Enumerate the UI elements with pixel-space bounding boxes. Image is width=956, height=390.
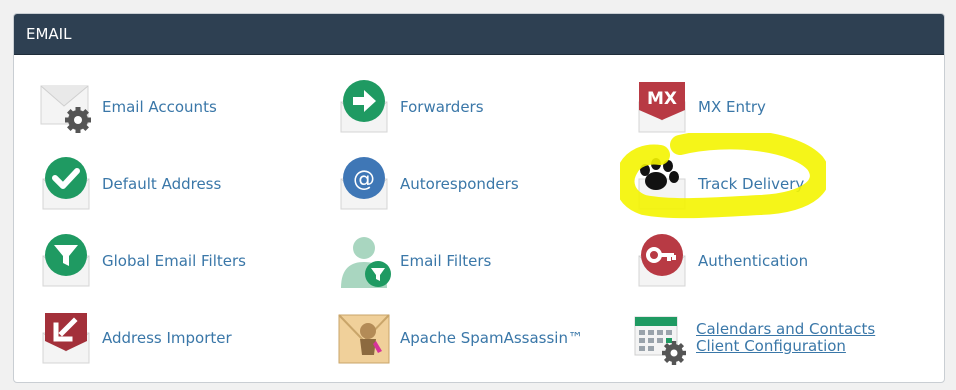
key-icon (636, 234, 690, 288)
calendar-gear-icon (634, 311, 688, 365)
at-sign-icon: @ (338, 157, 392, 211)
forward-arrow-icon (338, 80, 392, 134)
checkmark-icon (40, 157, 94, 211)
autoresponders-link[interactable]: @ Autoresponders (338, 156, 519, 212)
apache-spamassassin-label: Apache SpamAssassin™ (400, 328, 583, 347)
default-address-label: Default Address (102, 174, 222, 193)
import-arrow-icon (40, 311, 94, 365)
section-title: EMAIL (14, 14, 944, 55)
calendars-contacts-config-link[interactable]: Calendars and Contacts Client Configurat… (634, 310, 875, 366)
address-importer-link[interactable]: Address Importer (40, 310, 232, 366)
authentication-label: Authentication (698, 251, 809, 270)
track-delivery-label: Track Delivery (698, 174, 805, 193)
calendars-contacts-line2: Client Configuration (696, 337, 846, 355)
svg-text:MX: MX (647, 89, 677, 109)
calendars-contacts-config-label: Calendars and Contacts Client Configurat… (696, 321, 875, 355)
global-email-filters-link[interactable]: Global Email Filters (40, 233, 246, 289)
forwarders-label: Forwarders (400, 97, 484, 116)
global-email-filters-label: Global Email Filters (102, 251, 246, 270)
email-accounts-label: Email Accounts (102, 97, 217, 116)
mx-entry-label: MX Entry (698, 97, 766, 116)
calendars-contacts-line1: Calendars and Contacts (696, 320, 876, 338)
funnel-icon (40, 234, 94, 288)
track-delivery-link[interactable]: Track Delivery (636, 156, 804, 212)
forwarders-link[interactable]: Forwarders (338, 79, 484, 135)
default-address-link[interactable]: Default Address (40, 156, 221, 212)
email-filters-label: Email Filters (400, 251, 492, 270)
autoresponders-label: Autoresponders (400, 174, 519, 193)
svg-text:@: @ (353, 167, 375, 192)
mx-entry-link[interactable]: MX MX Entry (636, 79, 766, 135)
apache-spamassassin-link[interactable]: Apache SpamAssassin™ (338, 310, 583, 366)
email-filters-link[interactable]: Email Filters (338, 233, 491, 289)
email-accounts-link[interactable]: Email Accounts (40, 79, 217, 135)
user-filter-icon (338, 234, 392, 288)
mx-badge-icon: MX (636, 80, 690, 134)
spamassassin-icon (338, 311, 392, 365)
address-importer-label: Address Importer (102, 328, 232, 347)
authentication-link[interactable]: Authentication (636, 233, 808, 289)
envelope-gear-icon (40, 80, 94, 134)
paw-print-icon (636, 157, 690, 211)
